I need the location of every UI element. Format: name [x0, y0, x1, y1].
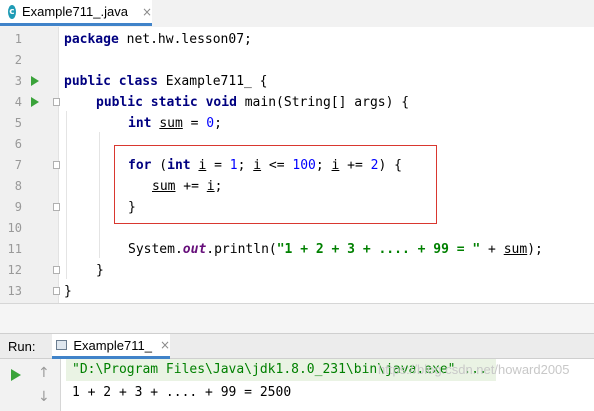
code-line-5: 5 int sum = 0;	[0, 113, 594, 134]
code-text: System.	[128, 242, 183, 257]
keyword: class	[118, 74, 158, 89]
line-number: 12	[7, 263, 22, 277]
keyword: static	[150, 95, 198, 110]
code-text: .println(	[206, 242, 277, 257]
line-number: 6	[14, 137, 22, 151]
number-literal: 0	[206, 116, 215, 131]
run-panel-title: Run:	[8, 339, 36, 354]
code-line-3: 3 public class Example711_ {	[0, 71, 594, 92]
code-line-13: 13 }	[0, 281, 594, 302]
highlight-box	[114, 145, 437, 224]
code-editor[interactable]: 1 package net.hw.lesson07; 2 3 public cl…	[0, 27, 594, 303]
keyword: public	[96, 95, 143, 110]
rerun-icon[interactable]	[11, 369, 21, 381]
fold-icon[interactable]	[53, 287, 60, 295]
code-line-1: 1 package net.hw.lesson07;	[0, 29, 594, 50]
run-tab-label: Example711_	[73, 337, 152, 353]
code-text: =	[182, 116, 207, 131]
fold-icon[interactable]	[53, 203, 60, 211]
code-text: +	[480, 242, 504, 257]
code-line-11: 11 System.out.println("1 + 2 + 3 + .... …	[0, 239, 594, 260]
fold-icon[interactable]	[53, 161, 60, 169]
line-number: 13	[7, 284, 22, 298]
code-text: }	[96, 263, 104, 278]
down-arrow-icon[interactable]: ↓	[38, 389, 50, 405]
run-panel-header: Run: Example711_ ×	[0, 333, 594, 359]
keyword: public	[64, 74, 111, 89]
keyword: int	[128, 116, 152, 131]
code-text: }	[64, 284, 72, 299]
line-number: 4	[14, 95, 22, 109]
code-text: );	[527, 242, 543, 257]
keyword: package	[64, 32, 119, 47]
code-line-2: 2	[0, 50, 594, 71]
line-number: 7	[14, 158, 22, 172]
line-number: 3	[14, 74, 22, 88]
line-number: 10	[7, 221, 22, 235]
static-field: out	[182, 242, 207, 257]
editor-tab-bar: c Example711_.java ×	[0, 0, 594, 28]
close-tab-icon[interactable]: ×	[160, 338, 170, 352]
run-main-gutter-icon[interactable]	[31, 97, 39, 107]
variable: sum	[159, 116, 183, 131]
keyword: void	[205, 95, 237, 110]
run-class-gutter-icon[interactable]	[31, 76, 39, 86]
line-number: 8	[14, 179, 22, 193]
fold-icon[interactable]	[53, 98, 60, 106]
variable: sum	[503, 242, 528, 257]
console-toolbar: ↑ ↓	[0, 359, 61, 411]
string-literal: "1 + 2 + 3 + .... + 99 = "	[276, 242, 481, 257]
java-class-icon: c	[8, 4, 16, 19]
line-number: 11	[7, 242, 22, 256]
code-text: main(String[] args) {	[236, 95, 410, 110]
line-number: 5	[14, 116, 22, 130]
fold-icon[interactable]	[53, 266, 60, 274]
code-line-4: 4 public static void main(String[] args)…	[0, 92, 594, 113]
close-tab-icon[interactable]: ×	[142, 5, 152, 19]
line-number: 9	[14, 200, 22, 214]
console-output-line: 1 + 2 + 3 + .... + 99 = 2500	[72, 385, 292, 400]
console-icon	[56, 340, 68, 350]
up-arrow-icon[interactable]: ↑	[38, 365, 50, 381]
editor-tab-label: Example711_.java	[21, 4, 128, 19]
code-text: Example711_ {	[157, 74, 268, 89]
run-tab-example711[interactable]: Example711_ ×	[52, 334, 170, 359]
code-line-12: 12 }	[0, 260, 594, 281]
line-number: 1	[14, 32, 22, 46]
panel-splitter[interactable]	[0, 303, 594, 334]
watermark-text: https://blog.csdn.net/howard2005	[378, 362, 570, 377]
code-text: net.hw.lesson07;	[118, 32, 252, 47]
code-text: ;	[214, 116, 222, 131]
editor-tab-example711[interactable]: c Example711_.java ×	[0, 0, 152, 26]
line-number: 2	[14, 53, 22, 67]
